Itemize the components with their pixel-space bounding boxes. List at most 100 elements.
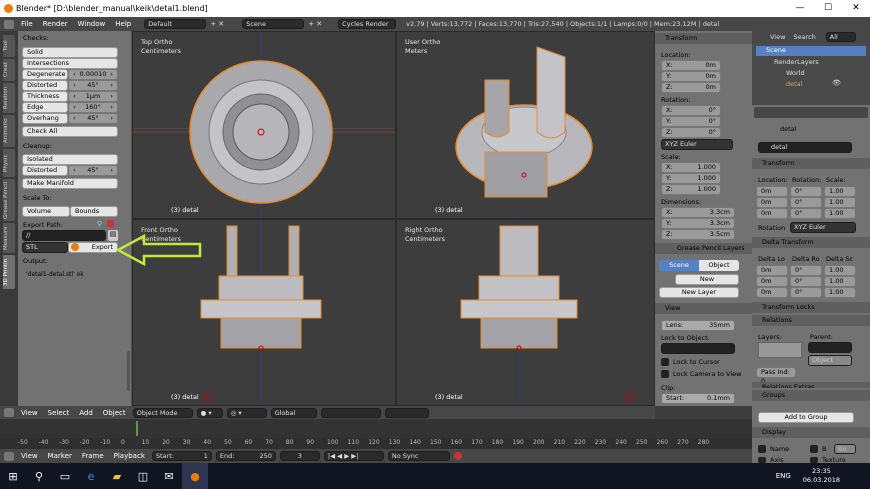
dimension-x-field[interactable]: X: 3.3cm: [661, 207, 735, 218]
scene-selector[interactable]: Scene: [242, 19, 305, 29]
grease-pencil-panel-header[interactable]: Grease Pencil Layers: [655, 243, 752, 254]
add-layout-icon[interactable]: + ✕: [210, 20, 224, 28]
outliner-display-mode[interactable]: All Scenes: [825, 32, 856, 42]
display-bounds-checkbox[interactable]: [810, 445, 818, 453]
tab-grease-pencil[interactable]: Grease Pencil: [3, 179, 15, 221]
check-intersections-button[interactable]: Intersections: [22, 58, 118, 69]
grease-scene-tab[interactable]: Scene: [659, 260, 699, 271]
delta-scale-z[interactable]: 1.00: [824, 287, 856, 298]
snapping-controls[interactable]: [384, 407, 429, 418]
dimension-y-field[interactable]: Y: 3.3cm: [661, 218, 735, 229]
vp-menu-view[interactable]: View: [18, 409, 41, 417]
tl-menu-marker[interactable]: Marker: [45, 452, 75, 460]
search-taskbar-icon[interactable]: ⚲: [26, 463, 52, 489]
toolshelf-scrollbar[interactable]: [127, 351, 130, 391]
playback-controls[interactable]: |◀ ◀ ▶ ▶|: [323, 451, 384, 461]
mail-icon[interactable]: ✉: [156, 463, 182, 489]
search-icon[interactable]: ⚲: [97, 220, 102, 228]
transform-locks-header[interactable]: Transform Locks: [752, 302, 870, 313]
tab-physics[interactable]: Physic: [3, 149, 15, 177]
timeline[interactable]: -50 -40 -30 -20 -10 0 10 20 30 40 50 60 70 80 90 100 110…: [0, 419, 752, 449]
transform-panel-header[interactable]: Transform: [655, 33, 752, 44]
viewport-right[interactable]: Right Ortho Centimeters (3) detal: [396, 219, 655, 406]
layer-buttons[interactable]: [320, 407, 381, 418]
props-scale-x[interactable]: 1.00: [824, 186, 856, 197]
minimize-button[interactable]: —: [786, 0, 814, 17]
outliner-item-detal[interactable]: detal: [786, 80, 802, 88]
menu-window[interactable]: Window: [75, 20, 109, 28]
x-icon[interactable]: [107, 220, 114, 227]
current-frame-indicator[interactable]: [136, 421, 138, 436]
props-rot-x[interactable]: 0°: [790, 186, 822, 197]
file-explorer-icon[interactable]: ▰: [104, 463, 130, 489]
delta-rot-y[interactable]: 0°: [790, 276, 822, 287]
delta-rot-z[interactable]: 0°: [790, 287, 822, 298]
viewport-top[interactable]: Top Ortho Centimeters (3) detal: [132, 31, 396, 219]
cleanup-isolated-button[interactable]: Isolated: [22, 154, 118, 165]
lock-camera-checkbox[interactable]: [661, 370, 669, 378]
check-degenerate-button[interactable]: Degenerate: [22, 69, 68, 80]
tl-menu-playback[interactable]: Playback: [111, 452, 148, 460]
tab-animation[interactable]: Animatio: [3, 115, 15, 147]
layout-selector[interactable]: Default: [144, 19, 207, 29]
tab-measure[interactable]: Measure: [3, 223, 15, 253]
props-scale-y[interactable]: 1.00: [824, 197, 856, 208]
view-panel-header[interactable]: View: [655, 303, 752, 314]
parent-type-field[interactable]: Object: [808, 355, 852, 366]
edge-browser-icon[interactable]: e: [78, 463, 104, 489]
eye-icon[interactable]: 👁: [832, 79, 841, 87]
cleanup-distorted-button[interactable]: Distorted: [22, 165, 68, 176]
delta-loc-x[interactable]: 0m: [756, 265, 788, 276]
delta-transform-header[interactable]: Delta Transform: [752, 237, 870, 248]
props-rot-z[interactable]: 0°: [790, 208, 822, 219]
tab-tool[interactable]: Tool: [3, 35, 15, 57]
cleanup-distorted-value-field[interactable]: ‹ 45° ›: [68, 165, 118, 176]
location-x-field[interactable]: X: 0m: [661, 60, 721, 71]
props-loc-y[interactable]: 0m: [756, 197, 788, 208]
grease-object-tab[interactable]: Object: [699, 260, 739, 271]
clip-start-field[interactable]: Start: 0.1mm: [661, 393, 735, 404]
sync-mode-selector[interactable]: No Sync: [387, 451, 450, 461]
vp-menu-add[interactable]: Add: [76, 409, 96, 417]
vp-menu-select[interactable]: Select: [45, 409, 73, 417]
rotation-z-field[interactable]: Z: 0°: [661, 127, 721, 138]
tl-menu-frame[interactable]: Frame: [79, 452, 107, 460]
edge-sharp-value-field[interactable]: ‹ 160° ›: [68, 102, 118, 113]
tab-3d-printing[interactable]: 3D Printin: [3, 255, 15, 289]
scale-y-field[interactable]: Y: 1.000: [661, 173, 721, 184]
delta-rot-x[interactable]: 0°: [790, 265, 822, 276]
blender-taskbar-icon[interactable]: ●: [182, 463, 208, 489]
props-loc-z[interactable]: 0m: [756, 208, 788, 219]
add-scene-icon[interactable]: + ✕: [308, 20, 322, 28]
start-frame-field[interactable]: Start: 1: [151, 451, 212, 461]
store-icon[interactable]: ◫: [130, 463, 156, 489]
current-frame-field[interactable]: 3: [279, 451, 320, 461]
display-bounds-type[interactable]: Bo: [834, 444, 856, 454]
parent-field[interactable]: [808, 342, 852, 353]
scale-z-field[interactable]: Z: 1.000: [661, 184, 721, 195]
grease-new-button[interactable]: New: [675, 274, 739, 285]
menu-file[interactable]: File: [18, 20, 36, 28]
rotation-x-field[interactable]: X: 0°: [661, 105, 721, 116]
make-manifold-button[interactable]: Make Manifold: [22, 178, 118, 189]
editor-type-icon[interactable]: [4, 19, 14, 29]
tl-menu-view[interactable]: View: [18, 452, 41, 460]
outliner-item-scene[interactable]: Scene: [756, 46, 866, 56]
add-to-group-button[interactable]: Add to Group: [758, 412, 854, 423]
display-name-checkbox[interactable]: [758, 445, 766, 453]
props-scale-z[interactable]: 1.00: [824, 208, 856, 219]
keyboard-language[interactable]: ENG: [776, 472, 791, 480]
menu-help[interactable]: Help: [112, 20, 134, 28]
scale-x-field[interactable]: X: 1.000: [661, 162, 721, 173]
display-header[interactable]: Display: [752, 427, 870, 438]
rotation-mode-selector[interactable]: XYZ Euler: [661, 139, 733, 150]
check-distorted-button[interactable]: Distorted: [22, 80, 68, 91]
check-overhang-button[interactable]: Overhang: [22, 113, 68, 124]
check-solid-button[interactable]: Solid: [22, 47, 118, 58]
viewport-user[interactable]: User Ortho Meters (3) detal: [396, 31, 655, 219]
vp-menu-object[interactable]: Object: [100, 409, 129, 417]
tab-relations[interactable]: Relation: [3, 83, 15, 113]
export-path-field[interactable]: //: [22, 230, 106, 241]
outliner-item-world[interactable]: World: [786, 69, 805, 77]
layers-grid[interactable]: [758, 342, 802, 358]
